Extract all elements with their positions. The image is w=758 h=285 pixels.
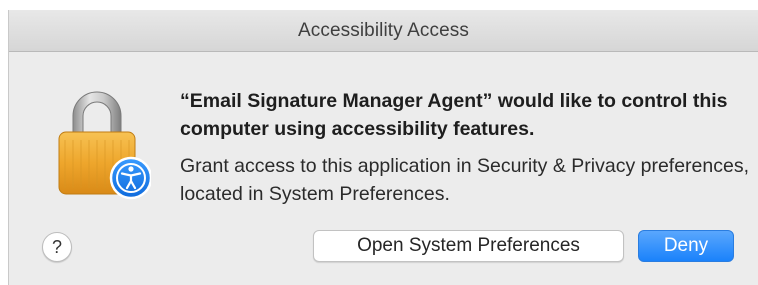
- dialog-title: Accessibility Access: [298, 19, 469, 41]
- lock-icon: [51, 84, 153, 200]
- dialog-headline: “Email Signature Manager Agent” would li…: [180, 90, 728, 140]
- dialog-titlebar: Accessibility Access: [9, 10, 758, 52]
- deny-button[interactable]: Deny: [638, 230, 734, 262]
- open-system-preferences-button[interactable]: Open System Preferences: [313, 230, 624, 262]
- help-button[interactable]: ?: [42, 232, 72, 262]
- accessibility-icon: [109, 156, 153, 200]
- accessibility-dialog: Accessibility Access “Email Signature Ma…: [8, 10, 758, 285]
- dialog-message: Grant access to this application in Secu…: [180, 155, 750, 205]
